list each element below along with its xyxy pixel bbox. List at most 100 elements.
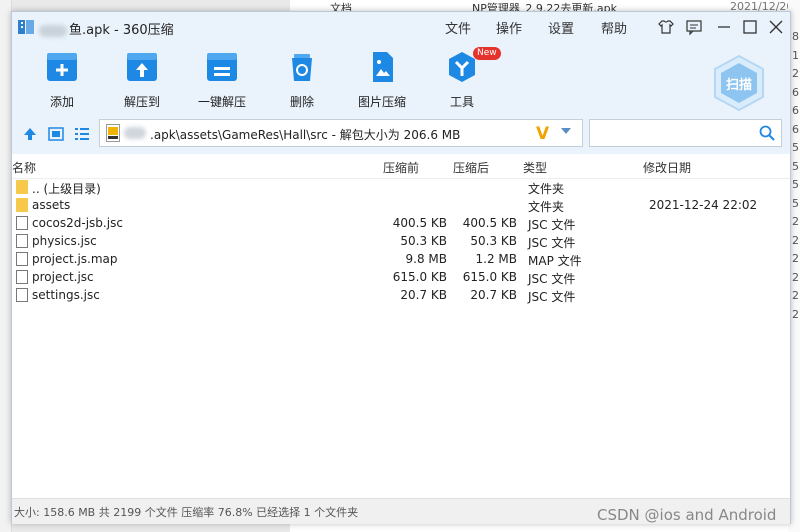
column-after[interactable]: 压缩后 <box>453 159 489 176</box>
column-date[interactable]: 修改日期 <box>643 159 691 176</box>
background-digit: 6 <box>792 104 799 117</box>
file-size-before: 9.8 MB <box>405 252 447 266</box>
extract-to-icon <box>127 53 157 81</box>
file-icon <box>16 216 28 230</box>
file-name: physics.jsc <box>32 234 97 248</box>
toolbar: 添加 解压到 一键解压 删除 图片压缩 New 工具 扫描 <box>12 44 790 114</box>
thumbnail-view-icon[interactable] <box>48 126 64 142</box>
background-digit: 8 <box>792 30 799 43</box>
file-icon <box>16 252 28 266</box>
image-compress-button[interactable]: 图片压缩 <box>350 50 414 110</box>
tools-button[interactable]: New 工具 <box>430 47 501 110</box>
background-digit: 5 <box>792 159 799 173</box>
image-compress-label: 图片压缩 <box>357 95 406 109</box>
file-row-physics[interactable]: physics.jsc 50.3 KB 50.3 KB JSC 文件 <box>12 232 790 250</box>
file-type: JSC 文件 <box>528 272 576 286</box>
new-badge: New <box>473 47 501 60</box>
add-button[interactable]: 添加 <box>30 50 94 110</box>
file-name: cocos2d-jsb.jsc <box>32 216 123 230</box>
file-type: 文件夹 <box>528 182 565 196</box>
address-bar: .apk\assets\GameRes\Hall\src - 解包大小为 206… <box>12 114 790 154</box>
app-archive-icon <box>18 20 34 34</box>
file-icon <box>16 234 28 248</box>
background-digit: 2 <box>792 307 799 321</box>
delete-icon <box>292 54 312 81</box>
close-icon[interactable] <box>767 18 785 36</box>
delete-label: 删除 <box>289 95 314 109</box>
search-icon[interactable] <box>759 125 775 141</box>
file-size-after: 20.7 KB <box>470 288 517 302</box>
column-header: 名称 压缩前 压缩后 类型 修改日期 <box>12 154 790 179</box>
title-bar: 鱼.apk - 360压缩 文件 操作 设置 帮助 <box>12 12 790 44</box>
background-digit: 5 <box>792 196 799 210</box>
background-digit: 2 <box>792 289 799 302</box>
background-digit: 2 <box>792 252 799 265</box>
delete-button[interactable]: 删除 <box>270 50 334 110</box>
scan-button[interactable]: 扫描 <box>712 54 766 112</box>
file-row-settings[interactable]: settings.jsc 20.7 KB 20.7 KB JSC 文件 <box>12 286 790 304</box>
list-view-icon[interactable] <box>74 126 90 142</box>
file-size-before: 20.7 KB <box>400 288 447 302</box>
background-digit: 6 <box>792 122 799 136</box>
file-size-before: 400.5 KB <box>392 216 447 230</box>
minimize-icon[interactable] <box>715 18 733 36</box>
tools-label: 工具 <box>449 95 474 109</box>
file-row-project-map[interactable]: project.js.map 9.8 MB 1.2 MB MAP 文件 <box>12 250 790 268</box>
path-field[interactable]: .apk\assets\GameRes\Hall\src - 解包大小为 206… <box>99 119 583 147</box>
background-digit: 1 <box>792 48 799 62</box>
column-type[interactable]: 类型 <box>523 159 547 176</box>
add-label: 添加 <box>49 95 74 109</box>
file-size-after: 615.0 KB <box>462 270 517 284</box>
shirt-icon[interactable] <box>657 18 675 36</box>
archive-window: 鱼.apk - 360压缩 文件 操作 设置 帮助 添加 解压到 一键解压 删除 <box>11 11 791 524</box>
file-type: JSC 文件 <box>528 236 576 250</box>
background-digit: 5 <box>792 141 799 154</box>
column-before[interactable]: 压缩前 <box>383 159 419 176</box>
menu-help[interactable]: 帮助 <box>601 18 627 37</box>
column-name[interactable]: 名称 <box>12 159 36 176</box>
file-name: project.js.map <box>32 252 118 266</box>
background-digit: 2 <box>792 233 799 247</box>
path-text: .apk\assets\GameRes\Hall\src - 解包大小为 206… <box>150 128 461 142</box>
file-icon <box>16 288 28 302</box>
file-size-after: 1.2 MB <box>475 252 517 266</box>
add-icon <box>47 53 77 81</box>
file-row-project[interactable]: project.jsc 615.0 KB 615.0 KB JSC 文件 <box>12 268 790 286</box>
menu-settings[interactable]: 设置 <box>548 18 574 37</box>
image-compress-icon <box>373 52 393 82</box>
extract-to-button[interactable]: 解压到 <box>110 50 174 110</box>
background-digit: 2 <box>792 215 799 228</box>
window-title: 鱼.apk - 360压缩 <box>39 19 174 38</box>
file-size-before: 50.3 KB <box>400 234 447 248</box>
file-row-cocos2d[interactable]: cocos2d-jsb.jsc 400.5 KB 400.5 KB JSC 文件 <box>12 214 790 232</box>
feedback-icon[interactable] <box>685 18 703 36</box>
file-type: MAP 文件 <box>528 254 582 268</box>
search-input[interactable] <box>589 119 782 147</box>
file-size-after: 50.3 KB <box>470 234 517 248</box>
file-list: .. (上级目录) 文件夹 assets 文件夹 2021-12-24 22:0… <box>12 178 790 304</box>
maximize-icon[interactable] <box>741 18 759 36</box>
file-row-parent[interactable]: .. (上级目录) 文件夹 <box>12 178 790 196</box>
v-logo-icon[interactable]: V <box>536 124 549 144</box>
file-type: JSC 文件 <box>528 290 576 304</box>
file-size-before: 615.0 KB <box>392 270 447 284</box>
file-type: 文件夹 <box>528 200 565 214</box>
folder-icon <box>16 180 28 194</box>
chevron-down-icon[interactable] <box>560 126 572 136</box>
file-date: 2021-12-24 22:02 <box>649 198 758 212</box>
status-text: 大小: 158.6 MB 共 2199 个文件 压缩率 76.8% 已经选择 1… <box>14 506 359 519</box>
background-digit: 6 <box>792 85 799 99</box>
file-size-after: 400.5 KB <box>462 216 517 230</box>
file-name: assets <box>32 198 71 212</box>
background-digit: 2 <box>792 270 799 284</box>
menu-file[interactable]: 文件 <box>445 18 471 37</box>
file-name: project.jsc <box>32 270 94 284</box>
apk-file-icon <box>106 124 120 142</box>
extract-to-label: 解压到 <box>123 95 160 109</box>
one-click-extract-button[interactable]: 一键解压 <box>190 50 254 110</box>
menu-operation[interactable]: 操作 <box>496 18 522 37</box>
up-arrow-icon[interactable] <box>22 126 38 142</box>
file-row-assets[interactable]: assets 文件夹 2021-12-24 22:02 <box>12 196 790 214</box>
background-digit: 2 <box>792 67 799 80</box>
file-name: settings.jsc <box>32 288 100 302</box>
